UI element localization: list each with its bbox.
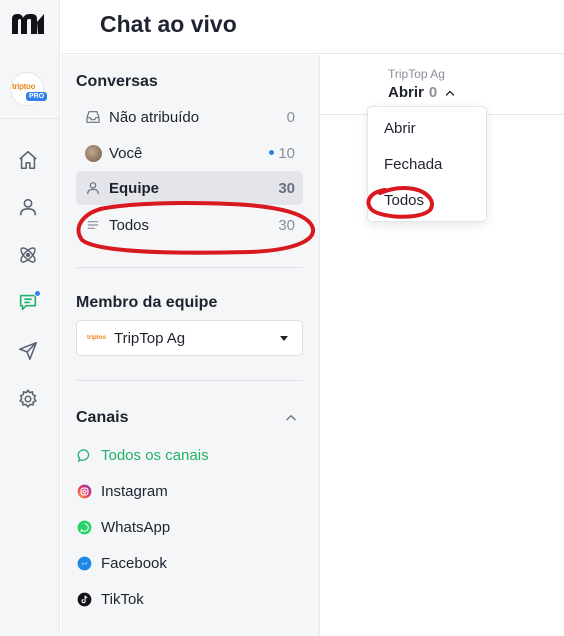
contacts-icon[interactable] [16,195,40,219]
tiktok-icon [76,591,92,607]
channel-tiktok[interactable]: TikTok [76,587,144,611]
status-filter-value: Abrir [388,84,424,101]
rail-divider [0,118,60,119]
user-icon [84,179,102,197]
avatar [84,144,102,162]
conversation-filter-count: 30 [278,179,295,197]
status-dropdown-menu: Abrir Fechada Todos [367,106,487,222]
inbox-name: TripTop Ag [388,67,445,81]
conversation-filter-label: Você [109,144,143,162]
conversations-panel: Conversas Não atribuído 0 Você 10 Equipe… [61,55,320,636]
conversation-filter-label: Não atribuído [109,108,200,126]
pro-badge: PRO [26,92,48,101]
status-option-all[interactable]: Todos [384,192,424,209]
team-member-select[interactable]: triptoo TripTop Ag [76,320,303,356]
channels-title: Canais [76,409,129,426]
conversation-filter-team[interactable]: Equipe 30 [76,171,303,205]
channel-whatsapp[interactable]: WhatsApp [76,515,170,539]
workspace-badge[interactable]: triptoo PRO [10,72,52,108]
status-filter-select[interactable]: Abrir 0 [388,84,456,101]
channel-label: WhatsApp [101,518,171,536]
conversation-filter-mine[interactable]: Você 10 [76,136,303,170]
send-icon[interactable] [16,339,40,363]
section-divider [76,267,303,268]
team-member-value: TripTop Ag [114,329,186,347]
channel-label: TikTok [101,590,144,608]
conversation-filter-all[interactable]: Todos 30 [76,208,303,242]
conversation-filter-unassigned[interactable]: Não atribuído 0 [76,100,303,134]
chat-notification-dot [34,290,41,297]
chevron-up-icon[interactable] [284,411,298,425]
unread-dot [269,150,275,156]
team-member-title: Membro da equipe [76,294,218,311]
member-logo: triptoo [87,335,106,341]
status-option-closed[interactable]: Fechada [384,156,442,173]
channel-instagram[interactable]: Instagram [76,479,168,503]
page-title: Chat ao vivo [100,11,237,37]
channel-label: Instagram [101,482,168,500]
home-icon[interactable] [16,148,40,172]
app-logo[interactable] [11,12,45,41]
conversation-filter-count: 30 [278,216,295,234]
inbox-icon [84,108,102,126]
workspace-logo-text: triptoo [12,82,36,91]
channel-facebook[interactable]: Facebook [76,551,167,575]
conversation-filter-count: 0 [286,108,295,126]
channel-label: Todos os canais [101,446,209,464]
app-window: triptoo PRO Chat ao vivo Conversas Não a… [0,0,564,636]
list-icon [84,216,102,234]
conversation-filter-count: 10 [269,145,295,162]
chevron-up-icon [446,90,455,96]
conversations-title: Conversas [76,73,158,90]
channel-label: Facebook [101,554,167,572]
chat-icon[interactable] [16,290,41,314]
section-divider [76,380,303,381]
integrations-icon[interactable] [16,243,40,267]
messenger-icon [76,555,92,571]
channel-all[interactable]: Todos os canais [76,443,209,467]
nav-rail: triptoo PRO [0,0,60,636]
conversation-filter-label: Todos [109,216,150,234]
status-filter-count: 0 [428,84,438,101]
instagram-icon [76,483,92,499]
status-option-open[interactable]: Abrir [384,120,416,137]
settings-icon[interactable] [16,387,40,411]
whatsapp-icon [76,519,92,535]
page-header: Chat ao vivo [61,0,564,54]
conversation-filter-label: Equipe [109,179,160,197]
chat-bubble-icon [76,447,92,463]
caret-down-icon [280,335,288,341]
